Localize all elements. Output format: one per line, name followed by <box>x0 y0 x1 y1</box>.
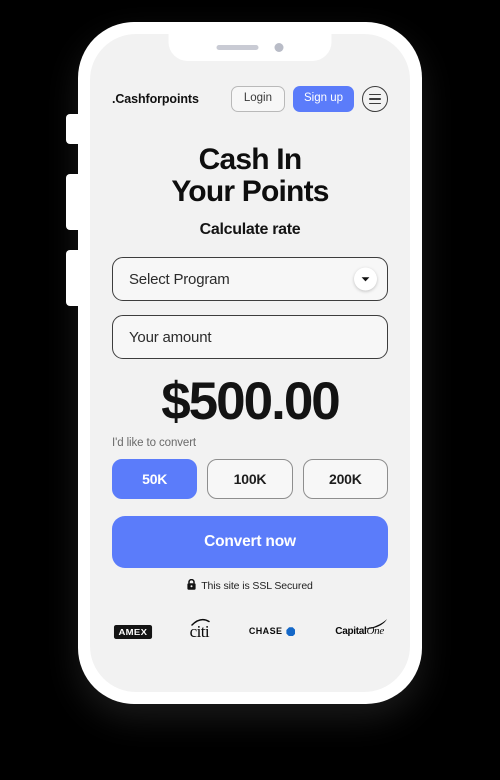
chevron-down-icon[interactable] <box>354 267 377 291</box>
partner-logos: AMEX citi CHASE Capital One <box>112 619 388 640</box>
hamburger-menu-icon[interactable] <box>362 86 388 112</box>
ssl-text: This site is SSL Secured <box>201 580 313 593</box>
phone-notch <box>168 34 332 61</box>
points-chip-200k[interactable]: 200K <box>302 459 388 500</box>
points-chip-100k[interactable]: 100K <box>207 459 293 500</box>
phone-screen: .Cashforpoints Login Sign up Cash In You… <box>90 34 410 692</box>
lock-icon <box>187 579 196 593</box>
header-actions: Login Sign up <box>230 86 388 112</box>
chase-logo-text: CHASE <box>248 626 283 637</box>
hamburger-line <box>369 93 381 96</box>
page-title-line-2: Your Points <box>171 174 329 208</box>
earpiece-speaker-icon <box>216 45 259 50</box>
capital-one-logo: Capital One <box>335 619 387 637</box>
citi-logo: citi <box>190 619 210 640</box>
convert-now-button[interactable]: Convert now <box>112 516 388 569</box>
page-title-line-1: Cash In <box>198 143 303 176</box>
page-title: Cash In Your Points <box>112 144 388 207</box>
hamburger-line <box>369 102 381 105</box>
amex-logo: AMEX <box>113 624 152 640</box>
points-amount-options: 50K 100K 200K <box>112 459 388 500</box>
chase-octagon-icon <box>286 627 296 637</box>
amount-input[interactable]: Your amount <box>112 315 388 359</box>
converted-amount-display: $500.00 <box>161 372 341 431</box>
front-camera-icon <box>274 43 284 52</box>
ssl-notice: This site is SSL Secured <box>112 579 388 593</box>
hamburger-line <box>369 98 381 100</box>
capital-one-swoosh-icon <box>361 619 387 630</box>
citi-arc-icon <box>191 619 210 627</box>
amount-input-placeholder: Your amount <box>129 328 212 346</box>
login-button[interactable]: Login <box>230 86 285 112</box>
program-select-value: Select Program <box>129 270 230 288</box>
points-chip-50k[interactable]: 50K <box>112 459 198 500</box>
program-select[interactable]: Select Program <box>112 257 388 301</box>
app-content: .Cashforpoints Login Sign up Cash In You… <box>90 34 410 692</box>
phone-silent-switch[interactable] <box>66 114 79 144</box>
phone-volume-down-button[interactable] <box>66 250 79 306</box>
signup-button[interactable]: Sign up <box>292 86 354 112</box>
page-background: .Cashforpoints Login Sign up Cash In You… <box>0 0 500 780</box>
page-subtitle: Calculate rate <box>199 221 301 238</box>
phone-frame: .Cashforpoints Login Sign up Cash In You… <box>66 22 422 704</box>
phone-volume-up-button[interactable] <box>66 174 79 230</box>
app-header: .Cashforpoints Login Sign up <box>112 76 388 122</box>
convert-section-label: I'd like to convert <box>112 437 197 450</box>
brand-logo[interactable]: .Cashforpoints <box>112 92 199 106</box>
chase-logo: CHASE <box>248 626 296 637</box>
